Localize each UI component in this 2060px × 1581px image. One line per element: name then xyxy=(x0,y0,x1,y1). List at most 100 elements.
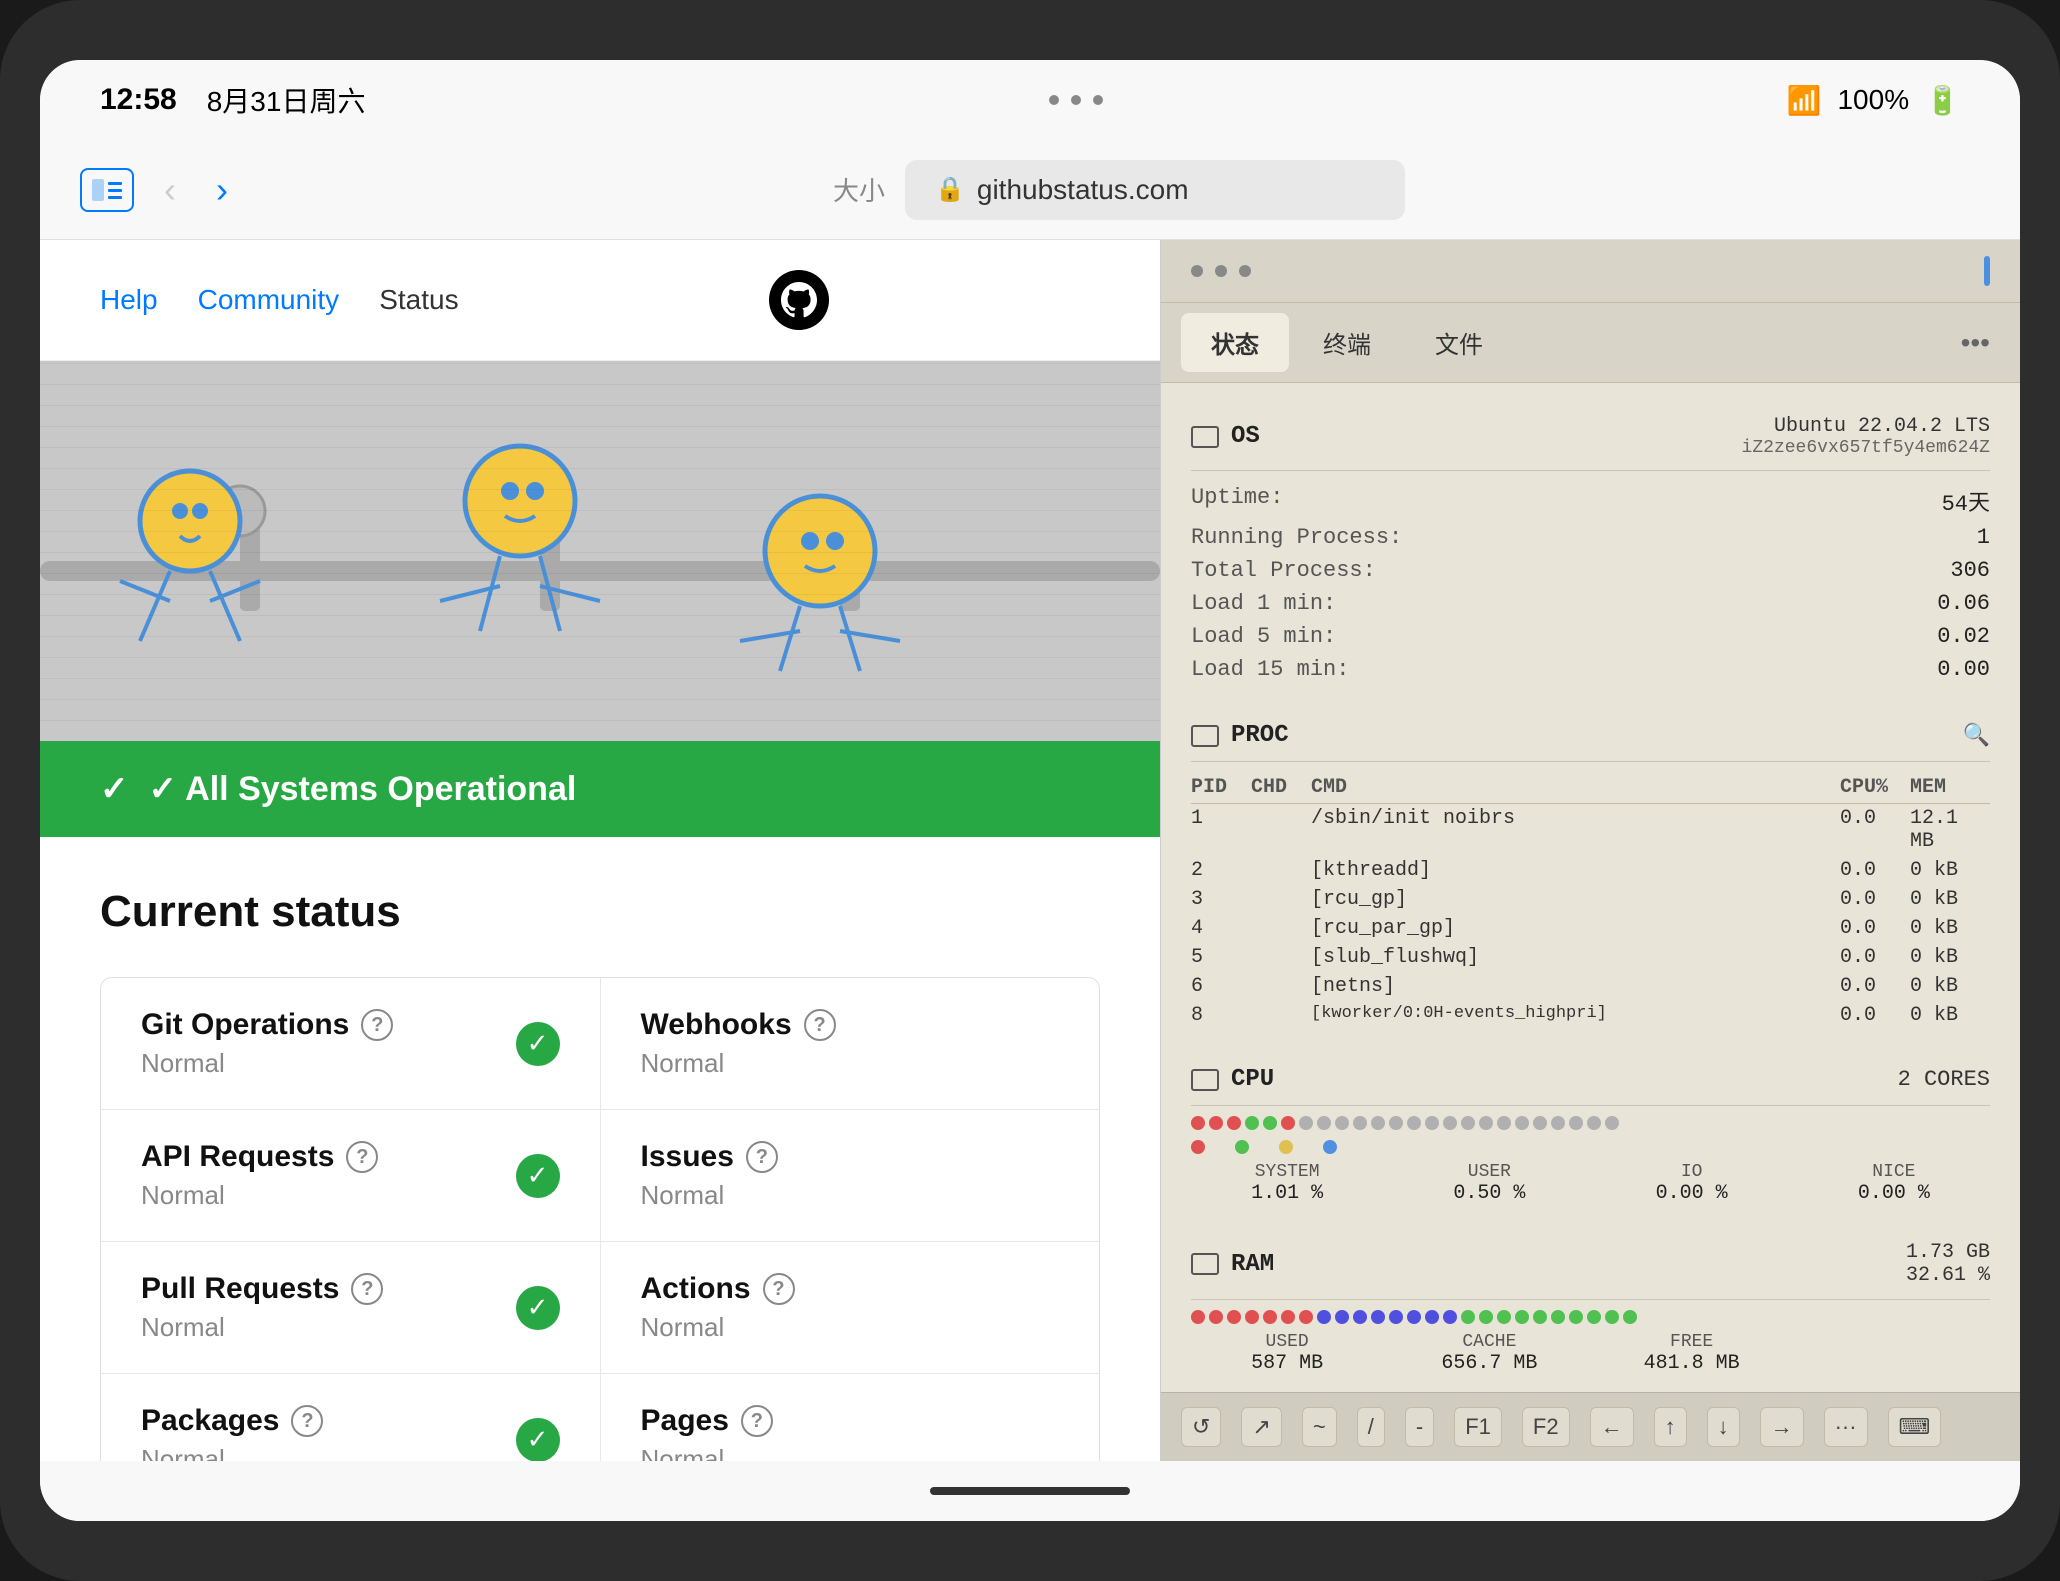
kb-key-2[interactable]: ↗ xyxy=(1241,1407,1281,1447)
sidebar-icon xyxy=(92,179,122,201)
webhooks-name: Webhooks ? xyxy=(641,1008,836,1042)
ram-dots xyxy=(1191,1310,1990,1324)
pages-info: Pages ? Normal xyxy=(641,1404,773,1461)
pull-requests-info: Pull Requests ? Normal xyxy=(141,1272,383,1343)
site-logo xyxy=(769,270,829,330)
os-section: OS Ubuntu 22.04.2 LTS iZ2zee6vx657tf5y4e… xyxy=(1191,403,1990,686)
kb-key-6[interactable]: F1 xyxy=(1454,1407,1502,1447)
packages-help-icon[interactable]: ? xyxy=(291,1405,323,1437)
cpu-dot xyxy=(1299,1116,1313,1130)
kb-key-9[interactable]: ↑ xyxy=(1654,1407,1687,1447)
dot2 xyxy=(1071,95,1081,105)
pull-requests-help-icon[interactable]: ? xyxy=(351,1273,383,1305)
os-value: Ubuntu 22.04.2 LTS iZ2zee6vx657tf5y4em62… xyxy=(1742,415,1990,458)
pull-requests-name: Pull Requests ? xyxy=(141,1272,383,1306)
tab-files[interactable]: 文件 xyxy=(1405,313,1513,372)
packages-ok-icon: ✓ xyxy=(516,1418,560,1462)
ram-dot xyxy=(1371,1310,1385,1324)
status-title: Current status xyxy=(100,887,1100,937)
dot3 xyxy=(1093,95,1103,105)
address-bar[interactable]: 🔒 githubstatus.com xyxy=(905,160,1405,220)
cpu-dot xyxy=(1443,1116,1457,1130)
ram-dot xyxy=(1299,1310,1313,1324)
ram-section: RAM 1.73 GB 32.61 % xyxy=(1191,1229,1990,1375)
status-bar: 12:58 8月31日周六 📶 100% 🔋 xyxy=(40,60,2020,140)
cpu-nice-indicator xyxy=(1323,1140,1337,1154)
ram-dot xyxy=(1263,1310,1277,1324)
kb-key-7[interactable]: F2 xyxy=(1522,1407,1570,1447)
proc-row-7: 8 [kworker/0:0H-events_highpri] 0.0 0 kB xyxy=(1191,1001,1990,1030)
ipad-screen: 12:58 8月31日周六 📶 100% 🔋 xyxy=(40,60,2020,1521)
sidebar-button[interactable] xyxy=(80,168,134,212)
dot1 xyxy=(1049,95,1059,105)
cpu-nice-dot xyxy=(1323,1140,1337,1154)
api-requests-help-icon[interactable]: ? xyxy=(346,1141,378,1173)
proc-section-title: PROC xyxy=(1191,722,1289,749)
nav-help[interactable]: Help xyxy=(100,284,158,316)
kb-key-11[interactable]: → xyxy=(1760,1407,1804,1447)
panel-more-button[interactable]: ••• xyxy=(1951,327,2000,359)
packages-name: Packages ? xyxy=(141,1404,323,1438)
tab-terminal[interactable]: 终端 xyxy=(1293,313,1401,372)
kb-key-12[interactable]: ··· xyxy=(1824,1407,1868,1447)
cpu-dots xyxy=(1191,1116,1990,1130)
cpu-stat-user: USER 0.50 % xyxy=(1393,1162,1585,1205)
kb-key-4[interactable]: / xyxy=(1357,1407,1385,1447)
back-button[interactable]: ‹ xyxy=(154,169,186,211)
cpu-dot xyxy=(1281,1116,1295,1130)
kb-key-3[interactable]: ~ xyxy=(1302,1407,1337,1447)
kb-key-10[interactable]: ↓ xyxy=(1707,1407,1740,1447)
pages-help-icon[interactable]: ? xyxy=(741,1405,773,1437)
git-operations-name: Git Operations ? xyxy=(141,1008,393,1042)
home-bar xyxy=(40,1461,2020,1521)
pull-requests-cell: Pull Requests ? Normal ✓ xyxy=(101,1242,601,1373)
tab-status[interactable]: 状态 xyxy=(1181,313,1289,372)
battery-label: 100% xyxy=(1837,84,1909,116)
home-bar-line xyxy=(930,1487,1130,1495)
cpu-dot xyxy=(1515,1116,1529,1130)
cpu-dot xyxy=(1191,1116,1205,1130)
actions-help-icon[interactable]: ? xyxy=(763,1273,795,1305)
systems-banner-text: ✓ All Systems Operational xyxy=(149,769,577,809)
os-load5-row: Load 5 min: 0.02 xyxy=(1191,620,1990,653)
hero-image xyxy=(40,361,1160,741)
proc-search-icon[interactable]: 🔍 xyxy=(1963,723,1990,749)
ram-cache-stat: CACHE 656.7 MB xyxy=(1393,1332,1585,1375)
kb-key-8[interactable]: ← xyxy=(1590,1407,1634,1447)
cpu-dot xyxy=(1569,1116,1583,1130)
site-nav: Help Community Status xyxy=(40,240,1160,361)
issues-help-icon[interactable]: ? xyxy=(746,1141,778,1173)
pages-name: Pages ? xyxy=(641,1404,773,1438)
webhooks-help-icon[interactable]: ? xyxy=(804,1009,836,1041)
api-requests-ok-icon: ✓ xyxy=(516,1154,560,1198)
nav-community[interactable]: Community xyxy=(198,284,340,316)
ram-dot xyxy=(1461,1310,1475,1324)
ram-dot xyxy=(1209,1310,1223,1324)
panel-toolbar xyxy=(1161,240,2020,303)
forward-button[interactable]: › xyxy=(206,169,238,211)
panel-dot-1 xyxy=(1191,265,1203,277)
kb-key-13[interactable]: ⌨ xyxy=(1888,1407,1942,1447)
ram-stats: USED 587 MB CACHE 656.7 MB FREE 481.8 MB xyxy=(1191,1332,1990,1375)
issues-cell: Issues ? Normal xyxy=(601,1110,1100,1241)
cpu-dot xyxy=(1407,1116,1421,1130)
ram-dot xyxy=(1443,1310,1457,1324)
table-row: Git Operations ? Normal ✓ xyxy=(101,978,1099,1110)
webhooks-state: Normal xyxy=(641,1048,836,1079)
ram-dot xyxy=(1245,1310,1259,1324)
kb-key-1[interactable]: ↺ xyxy=(1181,1407,1221,1447)
ram-dot xyxy=(1551,1310,1565,1324)
ram-dot xyxy=(1497,1310,1511,1324)
os-section-header: OS Ubuntu 22.04.2 LTS iZ2zee6vx657tf5y4e… xyxy=(1191,403,1990,471)
cpu-sys-dot xyxy=(1191,1140,1205,1154)
git-operations-help-icon[interactable]: ? xyxy=(361,1009,393,1041)
nav-status[interactable]: Status xyxy=(379,284,458,316)
status-time: 12:58 xyxy=(100,83,177,117)
ram-dot xyxy=(1389,1310,1403,1324)
proc-table: PID CHD CMD CPU% MEM 1 /sbin/init noibrs xyxy=(1191,772,1990,1030)
systems-banner: ✓ ✓ All Systems Operational xyxy=(40,741,1160,837)
ram-dot xyxy=(1407,1310,1421,1324)
cpu-dot xyxy=(1389,1116,1403,1130)
issues-state: Normal xyxy=(641,1180,778,1211)
kb-key-5[interactable]: - xyxy=(1405,1407,1434,1447)
